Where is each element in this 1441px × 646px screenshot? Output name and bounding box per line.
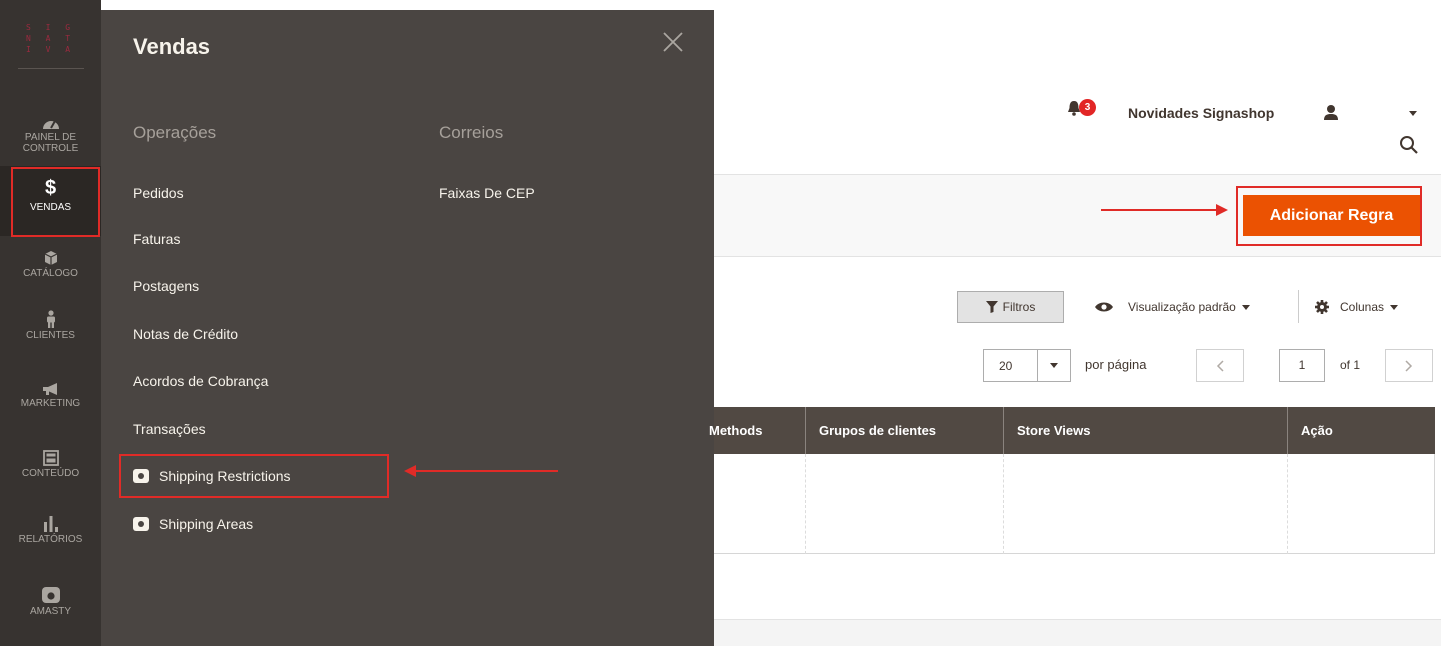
logo[interactable]: S I G N A T I V A	[0, 22, 101, 90]
columns-dropdown[interactable]: Colunas	[1314, 299, 1399, 315]
layout-icon	[42, 444, 59, 466]
menu-link-shipping-areas[interactable]: Shipping Areas	[133, 516, 253, 532]
nav-item-marketing[interactable]: MARKETING	[0, 374, 101, 424]
arrow-line	[1101, 209, 1221, 211]
column-header-customer-groups[interactable]: Grupos de clientes	[819, 423, 936, 438]
main-navigation: S I G N A T I V A PAINEL DE CONTROLE $ V…	[0, 0, 140, 646]
menu-link-orders[interactable]: Pedidos	[133, 185, 184, 201]
grid-empty-row	[714, 454, 1435, 554]
page-number-input[interactable]: 1	[1279, 349, 1325, 382]
grid-header-row: Methods Grupos de clientes Store Views A…	[709, 407, 1435, 454]
shipping-restrictions-highlight-box	[119, 454, 389, 498]
box-icon	[44, 244, 58, 266]
user-icon[interactable]	[1321, 104, 1341, 122]
gear-icon	[1315, 300, 1329, 314]
nav-label: CLIENTES	[26, 330, 75, 341]
amasty-icon	[41, 582, 61, 604]
nav-label: PAINEL DE CONTROLE	[22, 132, 79, 154]
prev-page-button[interactable]	[1196, 349, 1244, 382]
submenu-title: Vendas	[133, 34, 211, 59]
chevron-down-icon	[1241, 304, 1250, 310]
next-page-button[interactable]	[1385, 349, 1433, 382]
logo-row-3: I V A	[25, 45, 76, 54]
menu-link-label: Shipping Areas	[159, 516, 254, 532]
nav-label: MARKETING	[20, 398, 81, 409]
logo-row-2: N A T	[25, 34, 76, 43]
controls-divider	[1298, 290, 1299, 323]
column-divider	[1003, 407, 1004, 454]
chevron-down-icon	[1390, 304, 1399, 310]
menu-link-invoices[interactable]: Faturas	[133, 231, 180, 247]
page-footer	[714, 619, 1441, 646]
chevron-down-icon[interactable]	[1409, 111, 1417, 116]
search-icon[interactable]	[1399, 135, 1419, 155]
close-icon[interactable]	[661, 30, 685, 54]
per-page-select[interactable]: 20	[983, 349, 1071, 382]
submenu-group-correios: Correios	[439, 123, 504, 142]
nav-item-amasty[interactable]: AMASTY	[0, 582, 101, 632]
person-icon	[45, 306, 57, 328]
chevron-left-icon	[1216, 359, 1224, 372]
nav-item-content[interactable]: CONTEÚDO	[0, 444, 101, 494]
filters-label: Filtros	[1002, 300, 1036, 314]
column-header-store-views[interactable]: Store Views	[1017, 423, 1090, 438]
menu-link-transactions[interactable]: Transações	[133, 421, 206, 437]
per-page-label: por página	[1085, 357, 1147, 372]
dashboard-icon	[42, 108, 60, 130]
notification-count-badge: 3	[1079, 99, 1096, 116]
column-divider	[1287, 407, 1288, 454]
menu-link-credit-memos[interactable]: Notas de Crédito	[133, 326, 238, 342]
chevron-down-icon	[1050, 363, 1058, 368]
nav-label: CATÁLOGO	[23, 268, 78, 279]
megaphone-icon	[42, 374, 60, 396]
sales-submenu: Vendas Operações Correios Pedidos Fatura…	[101, 10, 714, 646]
per-page-value: 20	[999, 359, 1013, 373]
nav-item-catalog[interactable]: CATÁLOGO	[0, 244, 101, 294]
nav-label: AMASTY	[29, 606, 72, 617]
nav-label: CONTEÚDO	[21, 468, 80, 479]
nav-item-dashboard[interactable]: PAINEL DE CONTROLE	[0, 108, 101, 164]
eye-icon	[1095, 302, 1113, 312]
sales-highlight-box	[11, 167, 100, 237]
arrow-head-right	[1216, 204, 1228, 216]
add-rule-button[interactable]: Adicionar Regra	[1243, 195, 1420, 236]
nav-item-customers[interactable]: CLIENTES	[0, 306, 101, 356]
nav-divider	[18, 68, 84, 69]
cell-divider	[1287, 454, 1288, 554]
default-view-label: Visualização padrão	[1128, 300, 1236, 314]
chevron-right-icon	[1405, 359, 1413, 372]
cell-divider	[805, 454, 806, 554]
filter-icon	[985, 301, 998, 313]
page-total: of 1	[1340, 358, 1361, 372]
default-view-dropdown[interactable]: Visualização padrão	[1094, 300, 1250, 314]
bar-chart-icon	[42, 510, 60, 532]
column-divider	[805, 407, 806, 454]
amasty-icon	[133, 517, 149, 531]
menu-link-cep-ranges[interactable]: Faixas De CEP	[439, 185, 535, 201]
menu-link-billing-agreements[interactable]: Acordos de Cobrança	[133, 373, 268, 389]
nav-item-reports[interactable]: RELATÓRIOS	[0, 510, 101, 560]
filters-button[interactable]: Filtros	[957, 291, 1064, 323]
store-name[interactable]: Novidades Signashop	[1128, 105, 1274, 121]
arrow-line	[413, 470, 558, 472]
column-header-methods[interactable]: Methods	[709, 423, 762, 438]
column-header-action[interactable]: Ação	[1301, 423, 1333, 438]
nav-label: RELATÓRIOS	[18, 534, 83, 545]
cell-divider	[1003, 454, 1004, 554]
admin-page: S I G N A T I V A PAINEL DE CONTROLE $ V…	[0, 0, 1441, 646]
logo-row-1: S I G	[25, 23, 76, 32]
menu-link-shipments[interactable]: Postagens	[133, 278, 199, 294]
columns-label: Colunas	[1340, 300, 1385, 314]
select-divider	[1037, 350, 1038, 381]
submenu-group-operations: Operações	[133, 123, 217, 142]
